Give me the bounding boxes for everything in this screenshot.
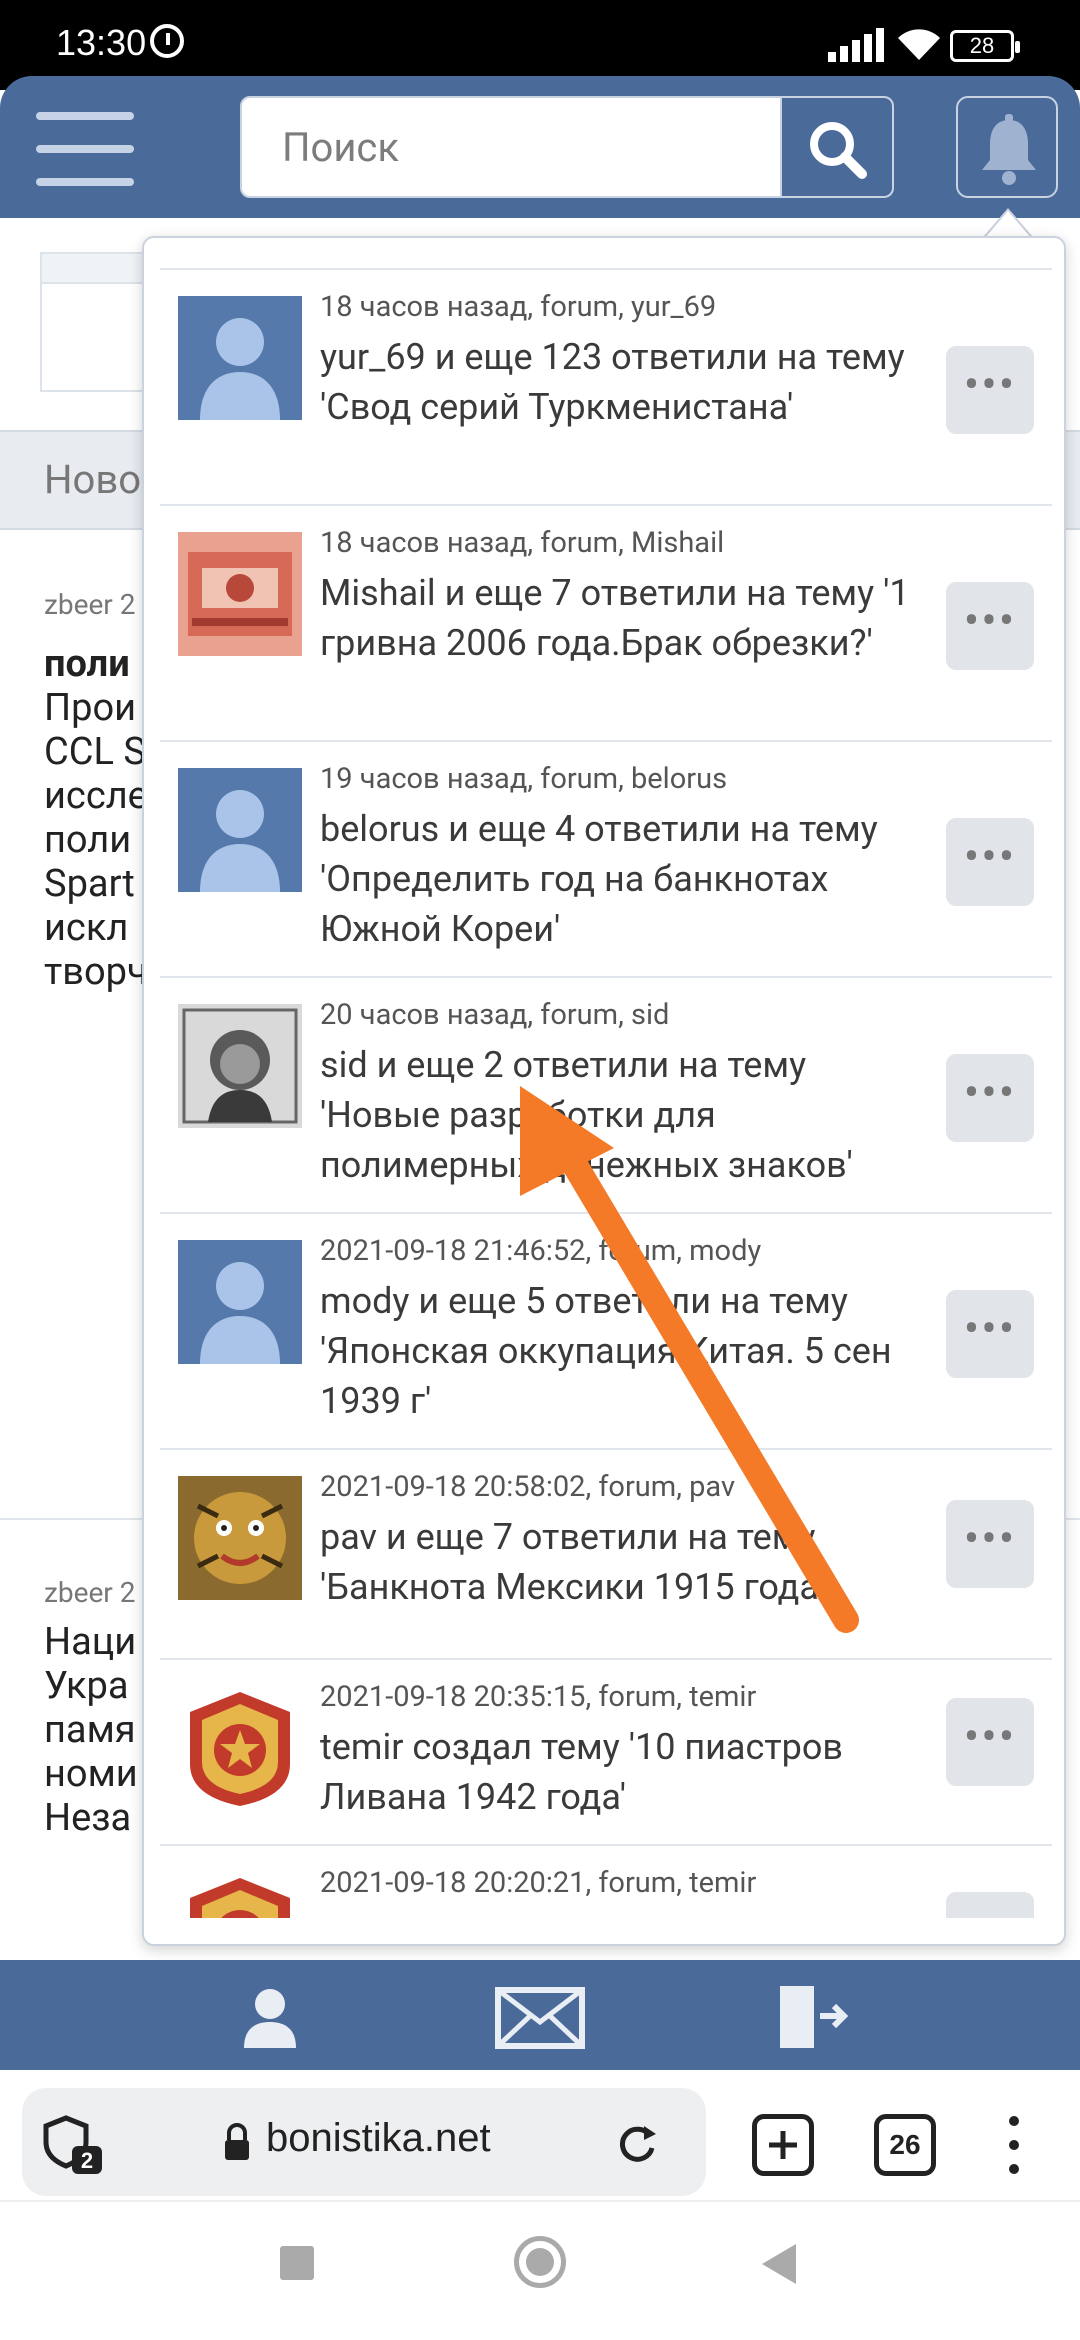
logout-button[interactable] [772, 1976, 852, 2056]
default-avatar [178, 1240, 302, 1364]
new-tab-button[interactable] [752, 2114, 814, 2176]
search-input[interactable]: Поиск [240, 96, 894, 198]
address-bar[interactable]: 2 bonistika.net [22, 2088, 706, 2196]
notification-text[interactable]: Mishail и еще 7 ответили на тему '1 грив… [320, 568, 920, 668]
bg-text-line: искл [44, 906, 129, 950]
site-bottom-nav [0, 1960, 1080, 2070]
portrait-avatar [178, 1004, 302, 1128]
bg-text-line: CCL S [44, 730, 146, 774]
url-text[interactable]: bonistika.net [266, 2116, 491, 2161]
more-options-button[interactable]: ••• [946, 1698, 1034, 1786]
notification-meta: 2021-09-18 21:46:52, forum, mody [320, 1234, 762, 1268]
notification-meta: 18 часов назад, forum, yur_69 [320, 290, 717, 324]
messages-button[interactable] [492, 1976, 588, 2056]
notification-text[interactable]: belorus и еще 4 ответили на тему 'Опреде… [320, 804, 920, 954]
browser-toolbar: 2 bonistika.net 26 [0, 2070, 1080, 2200]
system-navigation-bar [0, 2200, 1080, 2340]
more-options-button[interactable]: ••• [946, 1500, 1034, 1588]
alarm-icon [150, 24, 184, 58]
notification-meta: 19 часов назад, forum, belorus [320, 762, 728, 796]
dropdown-caret-fill [985, 211, 1031, 238]
notification-item[interactable]: 2021-09-18 20:35:15, forum, temir temir … [160, 1660, 1052, 1846]
bg-text-line: номи [44, 1752, 138, 1796]
recents-button[interactable] [280, 2246, 314, 2280]
browser-menu-button[interactable] [1006, 2116, 1022, 2176]
bg-author: zbeer 2 [44, 1576, 136, 1609]
banknote-avatar [178, 532, 302, 656]
notification-meta: 2021-09-18 20:35:15, forum, temir [320, 1680, 757, 1714]
status-time: 13:30 [56, 22, 147, 63]
profile-button[interactable] [230, 1976, 310, 2056]
cellular-signal-icon [828, 26, 888, 62]
user-icon [244, 1989, 296, 2048]
bg-text-line: Неза [44, 1796, 132, 1840]
notification-meta: 2021-09-18 20:58:02, forum, pav [320, 1470, 736, 1504]
tab-switcher-button[interactable]: 26 [874, 2114, 936, 2176]
bg-text-line: Spart [44, 862, 135, 906]
search-placeholder: Поиск [282, 124, 399, 171]
more-options-button[interactable]: ••• [946, 1892, 1034, 1918]
bg-text-line: Наци [44, 1620, 137, 1664]
more-options-button[interactable]: ••• [946, 346, 1034, 434]
more-options-button[interactable]: ••• [946, 1054, 1034, 1142]
bg-post-title[interactable]: поли [44, 642, 130, 686]
notification-text[interactable]: yur_69 и еще 123 ответили на тему 'Свод … [320, 332, 920, 432]
bg-text-line: творч [44, 950, 148, 994]
notification-item[interactable]: 2021-09-18 20:20:21, forum, temir temir … [160, 1846, 1052, 1918]
search-icon [810, 122, 867, 179]
emblem-avatar [178, 1686, 302, 1810]
more-options-button[interactable]: ••• [946, 818, 1034, 906]
default-avatar [178, 296, 302, 420]
tiger-avatar [178, 1476, 302, 1600]
notification-text[interactable]: mody и еще 5 ответили на тему 'Японская … [320, 1276, 920, 1426]
bg-text-line: иссле [44, 774, 148, 818]
plus-icon [769, 2131, 797, 2159]
shield-icon: 2 [43, 2115, 102, 2174]
home-button-dot [526, 2248, 554, 2276]
notification-item[interactable]: 20 часов назад, forum, sid sid и еще 2 о… [160, 978, 1052, 1214]
notifications-dropdown[interactable]: 18 часов назад, forum, yur_69 yur_69 и е… [142, 236, 1066, 1946]
emblem-avatar [178, 1872, 302, 1918]
more-options-button[interactable]: ••• [946, 1290, 1034, 1378]
battery-icon: 28 [950, 30, 1020, 62]
bg-text-line: поли [44, 818, 132, 862]
notification-text[interactable]: temir создал тему '10 пиастров Ливана 19… [320, 1722, 920, 1822]
notification-meta: 18 часов назад, forum, Mishail [320, 526, 725, 560]
shield-count: 2 [81, 2148, 93, 2173]
back-button[interactable] [760, 2242, 800, 2286]
notification-item[interactable]: 18 часов назад, forum, yur_69 yur_69 и е… [160, 270, 1052, 506]
logout-icon [780, 1986, 849, 2048]
home-button[interactable] [514, 2236, 566, 2288]
mail-icon [495, 1987, 585, 2049]
bg-text-line: памя [44, 1708, 136, 1752]
background-tab[interactable]: Ново [44, 456, 141, 503]
bell-icon [982, 114, 1036, 185]
default-avatar [178, 768, 302, 892]
notification-item[interactable]: 19 часов назад, forum, belorus belorus и… [160, 742, 1052, 978]
more-options-button[interactable]: ••• [946, 582, 1034, 670]
notification-text[interactable]: sid и еще 2 ответили на тему 'Новые разр… [320, 1040, 920, 1190]
lock-icon [225, 2123, 249, 2160]
reload-icon[interactable] [612, 2118, 662, 2168]
notification-text[interactable]: pav и еще 7 ответили на тему 'Банкнота М… [320, 1512, 920, 1612]
bg-text-line: Прои [44, 686, 137, 730]
search-button[interactable] [780, 98, 892, 196]
notification-text[interactable]: temir создал тему 'Оценка [320, 1908, 920, 1918]
notifications-button[interactable] [956, 96, 1058, 198]
wifi-icon [898, 29, 940, 60]
site-header: Поиск [0, 76, 1080, 218]
bg-author: zbeer 2 [44, 588, 136, 621]
notification-item[interactable]: 2021-09-18 21:46:52, forum, mody mody и … [160, 1214, 1052, 1450]
notification-item[interactable]: 18 часов назад, forum, Mishail Mishail и… [160, 506, 1052, 742]
notification-meta: 20 часов назад, forum, sid [320, 998, 670, 1032]
menu-button[interactable] [36, 112, 134, 186]
battery-level: 28 [969, 33, 995, 58]
bg-text-line: Укра [44, 1664, 129, 1708]
notification-meta: 2021-09-18 20:20:21, forum, temir [320, 1866, 757, 1900]
notification-item[interactable]: 2021-09-18 20:58:02, forum, pav pav и ещ… [160, 1450, 1052, 1660]
